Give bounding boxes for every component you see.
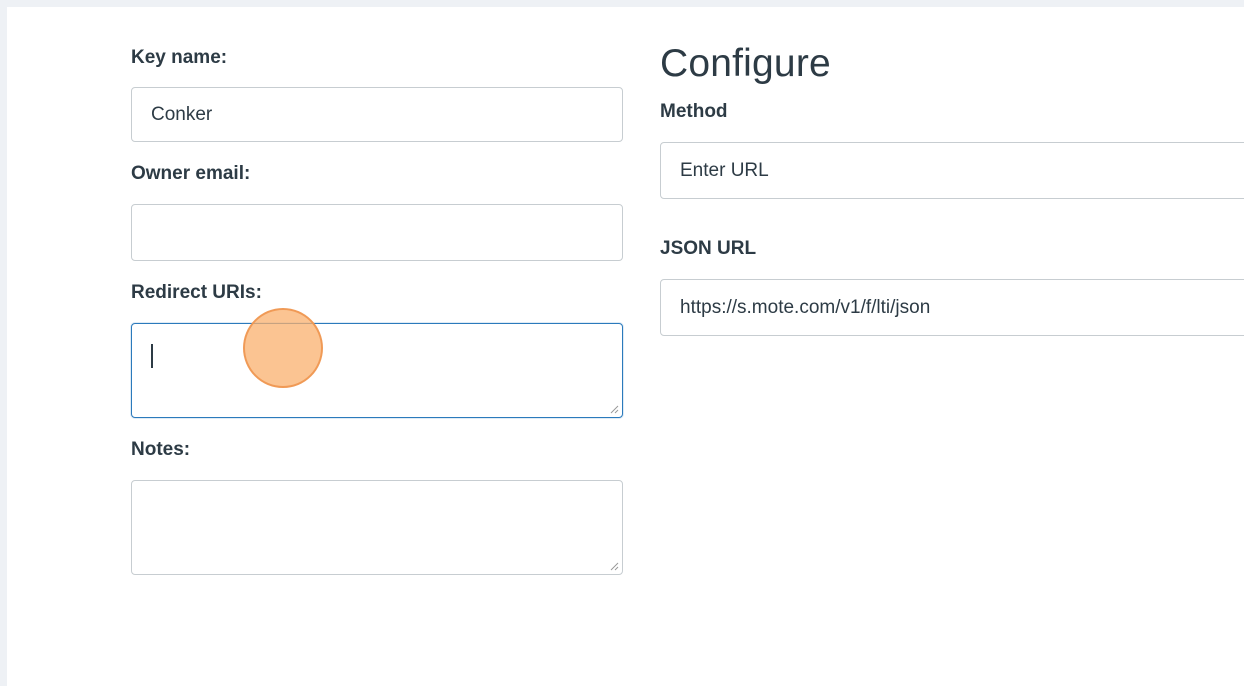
owner-email-label: Owner email:	[131, 163, 251, 184]
text-caret	[151, 344, 153, 368]
configure-heading: Configure	[660, 42, 831, 85]
key-name-input[interactable]: Conker	[131, 87, 623, 142]
notes-textarea[interactable]	[131, 480, 623, 575]
key-name-value: Conker	[151, 103, 213, 125]
json-url-value: https://s.mote.com/v1/f/lti/json	[680, 296, 931, 318]
method-select[interactable]: Enter URL	[660, 142, 1244, 199]
click-indicator	[243, 308, 323, 388]
method-label: Method	[660, 101, 728, 122]
owner-email-input[interactable]	[131, 204, 623, 261]
notes-label: Notes:	[131, 439, 191, 460]
redirect-uris-textarea[interactable]	[131, 323, 623, 418]
json-url-label: JSON URL	[660, 238, 757, 259]
resize-grip-icon[interactable]	[610, 405, 619, 414]
key-name-label: Key name:	[131, 47, 228, 68]
form-panel: Key name: Conker Owner email: Redirect U…	[7, 7, 1244, 686]
resize-grip-icon[interactable]	[610, 562, 619, 571]
redirect-uris-label: Redirect URIs:	[131, 282, 262, 303]
method-value: Enter URL	[680, 159, 769, 181]
json-url-input[interactable]: https://s.mote.com/v1/f/lti/json	[660, 279, 1244, 336]
